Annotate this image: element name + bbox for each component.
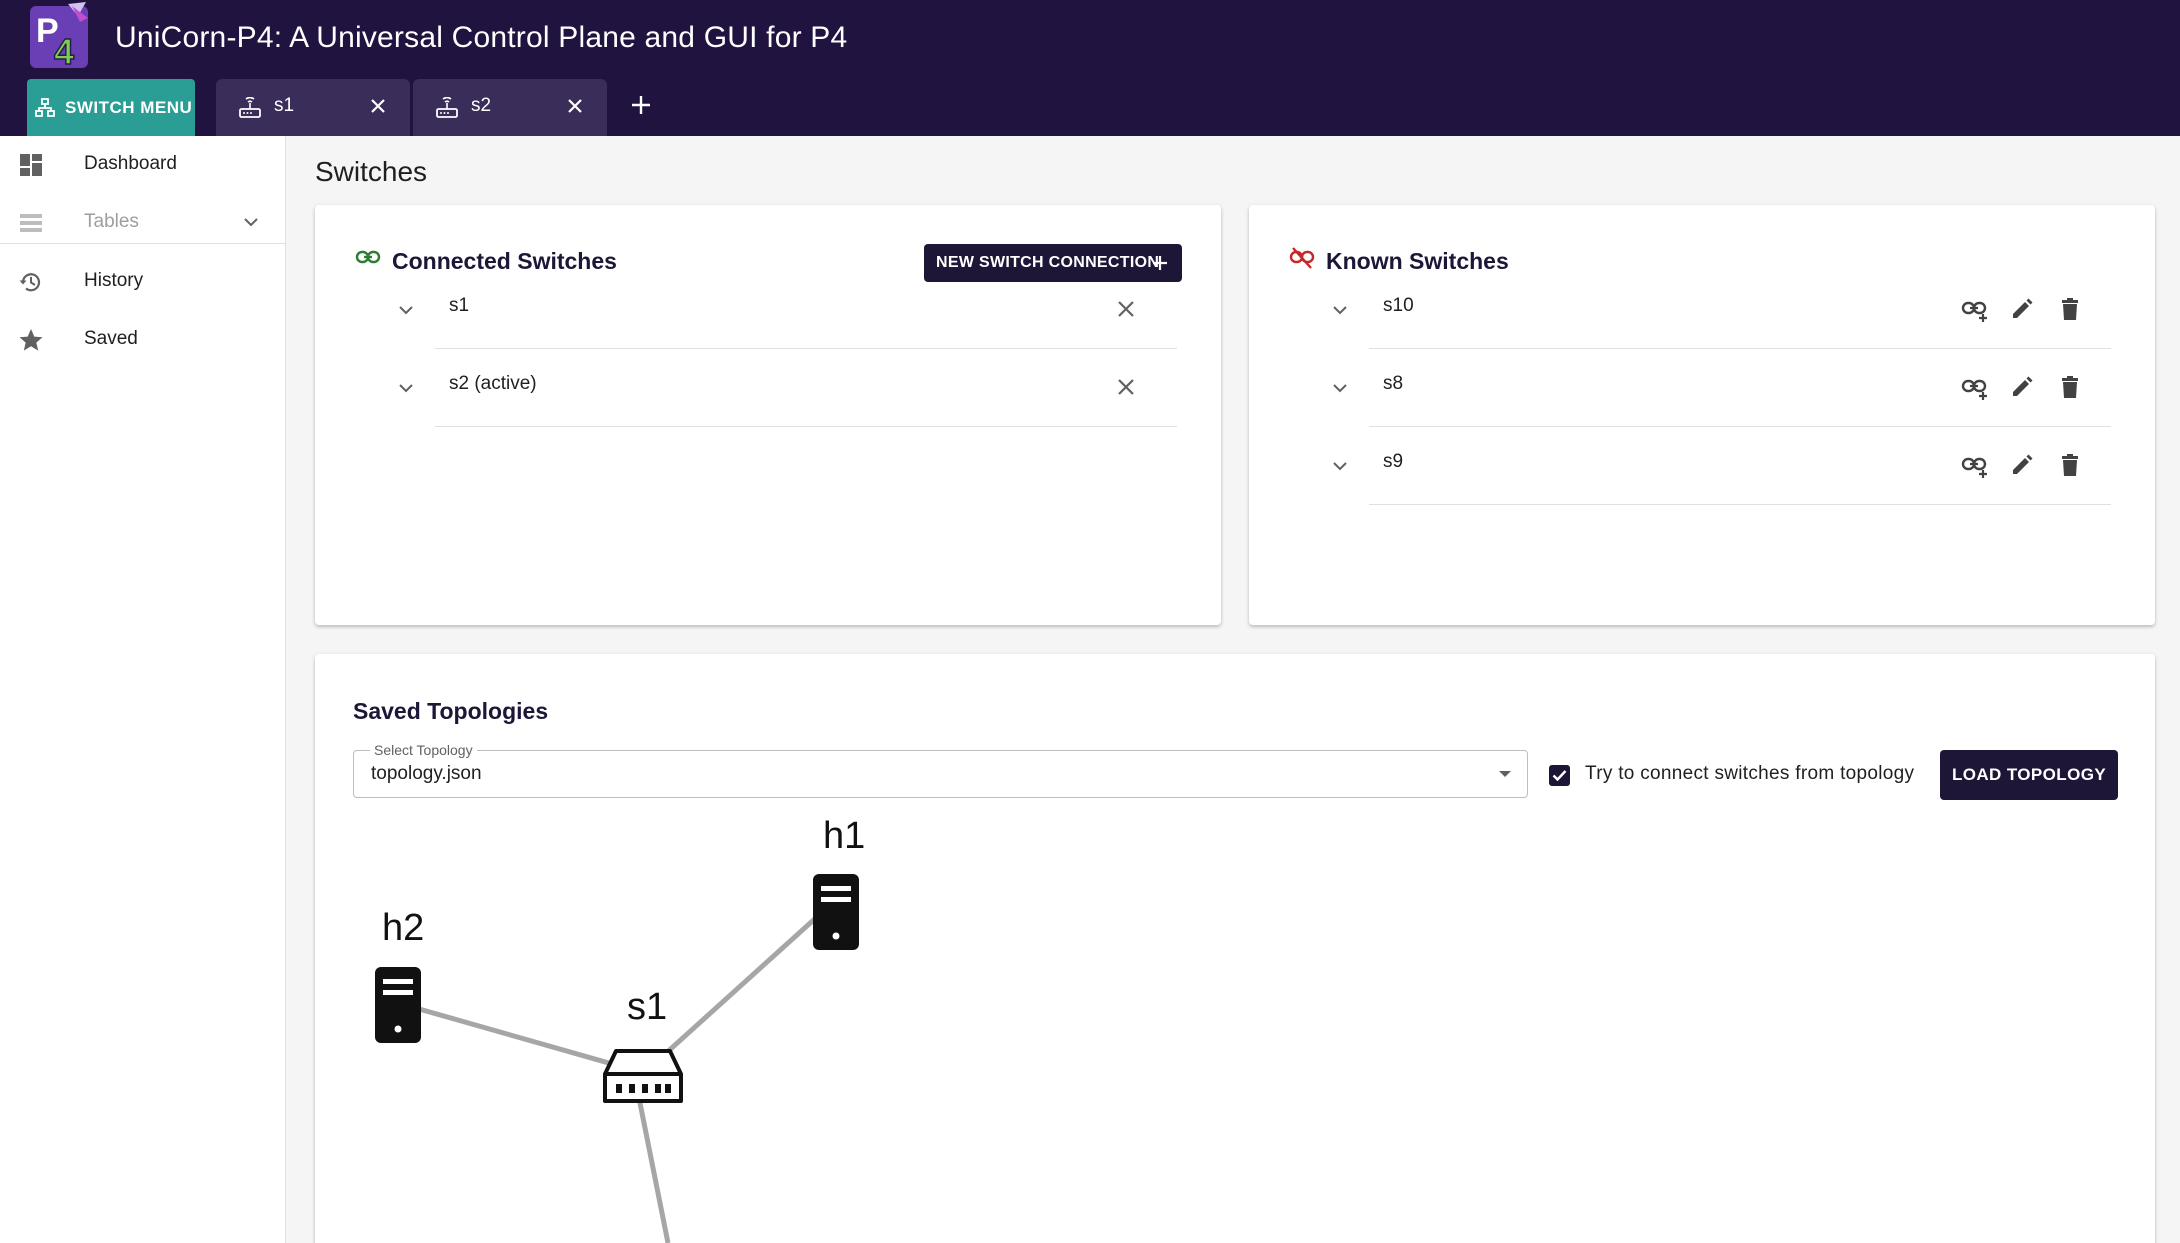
connect-link-icon[interactable] bbox=[1961, 298, 1989, 322]
history-icon bbox=[19, 273, 41, 292]
checkmark-icon bbox=[1552, 770, 1567, 782]
switch-name: s10 bbox=[1383, 295, 1414, 316]
link-icon bbox=[355, 250, 381, 264]
edit-icon[interactable] bbox=[2010, 453, 2034, 477]
list-item[interactable]: s9 bbox=[1329, 427, 2139, 505]
close-icon[interactable] bbox=[565, 96, 585, 116]
node-label-s1: s1 bbox=[627, 986, 668, 1028]
star-icon bbox=[19, 329, 43, 351]
tab-label: s2 bbox=[471, 95, 492, 116]
select-topology-label: Select Topology bbox=[370, 742, 477, 758]
row-divider bbox=[1369, 504, 2111, 505]
connect-link-icon[interactable] bbox=[1961, 454, 1989, 478]
add-tab-icon[interactable] bbox=[626, 90, 656, 120]
connected-switches-card: Connected Switches NEW SWITCH CONNECTION… bbox=[315, 205, 1221, 625]
chevron-down-icon[interactable] bbox=[395, 299, 417, 321]
host-server-icon[interactable] bbox=[813, 874, 859, 950]
unicorn-p4-logo-icon: P 4 bbox=[30, 2, 88, 70]
host-server-icon[interactable] bbox=[375, 967, 421, 1043]
sidebar-divider bbox=[0, 243, 286, 244]
dropdown-arrow-icon bbox=[1499, 771, 1511, 777]
list-item[interactable]: s10 bbox=[1329, 271, 2139, 349]
chevron-down-icon[interactable] bbox=[1329, 299, 1351, 321]
chevron-down-icon[interactable] bbox=[1329, 455, 1351, 477]
router-icon bbox=[239, 97, 261, 118]
topology-select[interactable]: Select Topology topology.json bbox=[353, 742, 1528, 798]
connect-switches-label: Try to connect switches from topology bbox=[1585, 763, 1915, 784]
edit-icon[interactable] bbox=[2010, 297, 2034, 321]
load-topology-button[interactable]: LOAD TOPOLOGY bbox=[1940, 750, 2118, 800]
close-icon[interactable] bbox=[1115, 376, 1137, 398]
sidebar-item-label: Dashboard bbox=[84, 153, 177, 174]
sidebar-item-label: History bbox=[84, 270, 144, 291]
connect-link-icon[interactable] bbox=[1961, 376, 1989, 400]
sidebar-item-history[interactable]: History bbox=[0, 253, 286, 311]
page-title: Switches bbox=[315, 156, 428, 187]
sidebar-item-label: Saved bbox=[84, 328, 138, 349]
list-item[interactable]: s8 bbox=[1329, 349, 2139, 427]
known-switches-card: Known Switches s10 s8 s9 bbox=[1249, 205, 2155, 625]
topology-diagram: h1 h2 s1 bbox=[316, 810, 2156, 1243]
svg-text:4: 4 bbox=[54, 31, 74, 70]
tab-s2[interactable]: s2 bbox=[413, 79, 607, 136]
link-off-icon bbox=[1289, 247, 1315, 269]
link-s1-down bbox=[633, 1082, 671, 1243]
tables-icon bbox=[20, 214, 42, 232]
chevron-down-icon[interactable] bbox=[395, 377, 417, 399]
tab-s1[interactable]: s1 bbox=[216, 79, 410, 136]
app-title: UniCorn-P4: A Universal Control Plane an… bbox=[115, 21, 848, 54]
switch-name: s9 bbox=[1383, 451, 1404, 472]
network-switch-icon[interactable] bbox=[602, 1048, 684, 1104]
node-label-h2: h2 bbox=[382, 907, 425, 949]
chevron-down-icon[interactable] bbox=[240, 211, 262, 233]
delete-icon[interactable] bbox=[2059, 297, 2081, 321]
connect-switches-checkbox[interactable] bbox=[1549, 765, 1570, 786]
edit-icon[interactable] bbox=[2010, 375, 2034, 399]
new-switch-connection-label: NEW SWITCH CONNECTION bbox=[936, 254, 1160, 271]
topology-links bbox=[397, 914, 820, 1243]
router-icon bbox=[436, 97, 458, 118]
switch-menu-button[interactable]: SWITCH MENU bbox=[27, 79, 195, 136]
saved-topologies-title: Saved Topologies bbox=[353, 698, 549, 724]
sidebar: Dashboard Tables History Saved bbox=[0, 136, 286, 1243]
switch-menu-icon bbox=[35, 97, 55, 117]
sidebar-item-label: Tables bbox=[84, 211, 139, 232]
close-icon[interactable] bbox=[368, 96, 388, 116]
delete-icon[interactable] bbox=[2059, 453, 2081, 477]
switch-menu-label: SWITCH MENU bbox=[65, 97, 193, 117]
close-icon[interactable] bbox=[1115, 298, 1137, 320]
select-topology-value: topology.json bbox=[371, 763, 482, 784]
switch-name: s2 (active) bbox=[449, 373, 537, 394]
switch-name: s1 bbox=[449, 295, 470, 316]
delete-icon[interactable] bbox=[2059, 375, 2081, 399]
row-divider bbox=[435, 426, 1177, 427]
list-item[interactable]: s1 bbox=[395, 271, 1205, 349]
node-label-h1: h1 bbox=[823, 815, 866, 857]
tab-label: s1 bbox=[274, 95, 295, 116]
dashboard-icon bbox=[20, 154, 42, 176]
sidebar-item-dashboard[interactable]: Dashboard bbox=[0, 136, 286, 194]
plus-icon bbox=[1153, 256, 1167, 270]
list-item[interactable]: s2 (active) bbox=[395, 349, 1205, 427]
chevron-down-icon[interactable] bbox=[1329, 377, 1351, 399]
app-bar: P 4 UniCorn-P4: A Universal Control Plan… bbox=[0, 0, 2180, 136]
sidebar-item-saved[interactable]: Saved bbox=[0, 311, 286, 369]
switch-name: s8 bbox=[1383, 373, 1404, 394]
